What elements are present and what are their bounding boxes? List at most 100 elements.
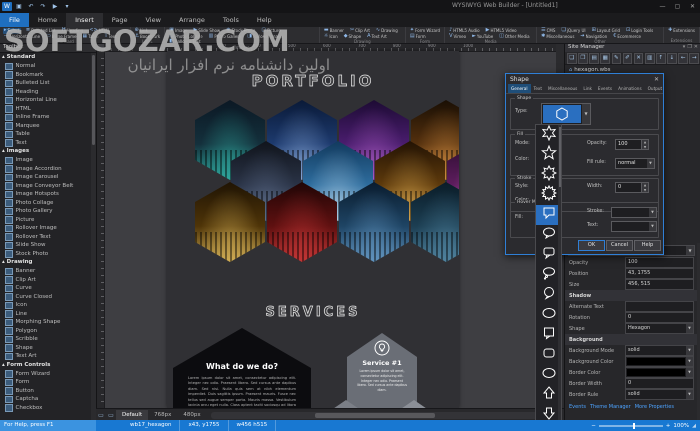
help-button[interactable]: Help <box>634 240 661 251</box>
breakpoint-tab-480px[interactable]: 480px <box>177 410 206 421</box>
menu-tab-help[interactable]: Help <box>248 13 281 27</box>
link-events[interactable]: Events <box>569 404 586 410</box>
dialog-tab-text[interactable]: Text <box>531 84 545 93</box>
zoom-out-icon[interactable]: − <box>591 423 596 429</box>
zoom-slider[interactable] <box>598 422 663 429</box>
property-row-size[interactable]: Size 456, 515 <box>565 279 700 290</box>
toolbox-item-image-conveyor-belt[interactable]: Image Conveyor Belt <box>0 182 91 191</box>
toolbox-item-captcha[interactable]: Captcha <box>0 395 91 404</box>
ribbon-item-photo-gallery[interactable]: ▥ Photo Gallery <box>208 33 243 40</box>
toolbox-item-bookmark[interactable]: Bookmark <box>0 71 91 80</box>
clone-page-icon[interactable]: ❐ <box>578 52 588 64</box>
property-value-border-color[interactable]: ▼ <box>625 367 694 378</box>
what-we-do-hexagon[interactable]: What do we do? Lorem ipsum dolor sit ame… <box>173 328 311 408</box>
property-value-border-rule[interactable]: solid ▼ <box>625 389 694 400</box>
property-value-background-mode[interactable]: solid ▼ <box>625 345 694 356</box>
up-icon[interactable]: ↑ <box>656 52 666 64</box>
property-value-opacity[interactable]: 100 <box>625 257 694 268</box>
toolbox-item-button[interactable]: Button <box>0 387 91 396</box>
chevron-down-icon[interactable]: ▼ <box>582 104 590 124</box>
chevron-down-icon[interactable]: ▼ <box>686 346 693 355</box>
ribbon-item-rollover-image[interactable]: ◨ Rollover Image <box>246 33 284 40</box>
toolbox-item-line[interactable]: Line <box>0 310 91 319</box>
toolbox-item-photo-gallery[interactable]: Photo Gallery <box>0 207 91 216</box>
property-row-position[interactable]: Position 43, 1755 <box>565 268 700 279</box>
toolbox-item-inline-frame[interactable]: Inline Frame <box>0 113 91 122</box>
toolbox-item-morphing-shape[interactable]: Morphing Shape <box>0 318 91 327</box>
toolbox-item-checkbox[interactable]: Checkbox <box>0 404 91 413</box>
toolbox-item-picture[interactable]: Picture <box>0 216 91 225</box>
dialog-tab-miscellaneous[interactable]: Miscellaneous <box>545 84 580 93</box>
toolbox-item-rollover-text[interactable]: Rollover Text <box>0 233 91 242</box>
app-icon[interactable]: W <box>2 2 12 11</box>
redo-icon[interactable]: ↷ <box>38 2 48 11</box>
shape-type-combobox[interactable]: ▼ <box>541 103 591 125</box>
toolbox-scrollbar[interactable] <box>91 53 96 420</box>
toolbox-item-curve-closed[interactable]: Curve Closed <box>0 293 91 302</box>
property-row-background-mode[interactable]: Background Mode solid ▼ <box>565 345 700 356</box>
service1-hexagon[interactable]: Service #1 Lorem ipsum dolor sit amet, c… <box>347 333 417 408</box>
toolbox-item-banner[interactable]: Banner <box>0 267 91 276</box>
toolbox-item-icon[interactable]: Icon <box>0 301 91 310</box>
menu-tab-view[interactable]: View <box>137 13 170 27</box>
dialog-tab-events[interactable]: Events <box>595 84 615 93</box>
property-value-position[interactable]: 43, 1755 <box>625 268 694 279</box>
link-more-properties[interactable]: More Properties <box>635 404 674 410</box>
close-icon[interactable]: ✕ <box>654 76 659 83</box>
more-icon[interactable]: ▾ <box>62 2 72 11</box>
pin-icon[interactable]: ▾ <box>683 43 686 52</box>
property-value-alternate-text[interactable] <box>625 301 694 312</box>
toolbox-item-shape[interactable]: Shape <box>0 344 91 353</box>
property-value-size[interactable]: 456, 515 <box>625 279 694 290</box>
toolbox-section-drawing[interactable]: ▴ Drawing <box>0 258 91 267</box>
web-page[interactable]: PORTFOLIO SERVICES What do we do? Lorem … <box>167 51 459 408</box>
toolbox-item-image-accordion[interactable]: Image Accordion <box>0 165 91 174</box>
toolbox-item-text-art[interactable]: Text Art <box>0 352 91 361</box>
link-theme-manager[interactable]: Theme Manager <box>590 404 631 410</box>
toolbox-item-form[interactable]: Form <box>0 378 91 387</box>
toolbox-item-text[interactable]: Text <box>0 139 91 148</box>
toolbox-item-photo-collage[interactable]: Photo Collage <box>0 199 91 208</box>
property-value-border-width[interactable]: 0 <box>625 378 694 389</box>
dialog-tab-link[interactable]: Link <box>580 84 595 93</box>
float-icon[interactable]: ❐ <box>687 43 691 52</box>
close-icon[interactable]: ✕ <box>694 43 698 52</box>
save-icon[interactable]: ▣ <box>14 2 24 11</box>
toolbox-item-html[interactable]: HTML <box>0 105 91 114</box>
toolbox-item-scribble[interactable]: Scribble <box>0 335 91 344</box>
canvas-horizontal-scrollbar[interactable] <box>210 411 560 419</box>
menu-tab-file[interactable]: File <box>0 13 29 27</box>
maximize-button[interactable]: ▢ <box>670 0 685 13</box>
folder-icon[interactable]: ▦ <box>600 52 610 64</box>
cancel-button[interactable]: Cancel <box>606 240 633 251</box>
toolbox-section-form-controls[interactable]: ▴ Form Controls <box>0 361 91 370</box>
stroke-width-spinner[interactable]: ▲ ▼ <box>641 182 649 193</box>
property-row-border-rule[interactable]: Border Rule solid ▼ <box>565 389 700 400</box>
menu-tab-arrange[interactable]: Arrange <box>170 13 214 27</box>
page-properties-icon[interactable]: ▤ <box>589 52 599 64</box>
tablet-icon[interactable]: ▭ <box>106 412 116 419</box>
delete-icon[interactable]: ✕ <box>633 52 644 64</box>
toolbox-item-stock-photo[interactable]: Stock Photo <box>0 250 91 259</box>
menu-tab-home[interactable]: Home <box>29 13 66 27</box>
toolbox-item-marquee[interactable]: Marquee <box>0 122 91 131</box>
chevron-down-icon[interactable]: ▼ <box>686 324 693 333</box>
toolbox-item-heading[interactable]: Heading <box>0 88 91 97</box>
chevron-down-icon[interactable]: ▼ <box>649 222 656 231</box>
edit-icon[interactable]: ✎ <box>611 52 622 64</box>
ok-button[interactable]: OK <box>578 240 605 251</box>
property-value-shape[interactable]: Hexagon ▼ <box>625 323 694 334</box>
dialog-tab-general[interactable]: General <box>508 84 531 93</box>
preview-icon[interactable]: ▶ <box>50 2 60 11</box>
toolbox-item-table[interactable]: Table <box>0 130 91 139</box>
toolbox-item-image[interactable]: Image <box>0 156 91 165</box>
import-icon[interactable]: ▥ <box>644 52 655 64</box>
undo-icon[interactable]: ↶ <box>26 2 36 11</box>
property-row-border-width[interactable]: Border Width 0 <box>565 378 700 389</box>
ribbon-item-extensions[interactable]: ✚ Extensions <box>667 27 696 34</box>
hover-text-select[interactable]: ▼ <box>611 221 657 232</box>
chevron-down-icon[interactable]: ▼ <box>649 208 656 217</box>
chevron-down-icon[interactable]: ▼ <box>686 246 694 255</box>
toolbox-item-horizontal-line[interactable]: Horizontal Line <box>0 96 91 105</box>
chevron-down-icon[interactable]: ▼ <box>686 390 693 399</box>
